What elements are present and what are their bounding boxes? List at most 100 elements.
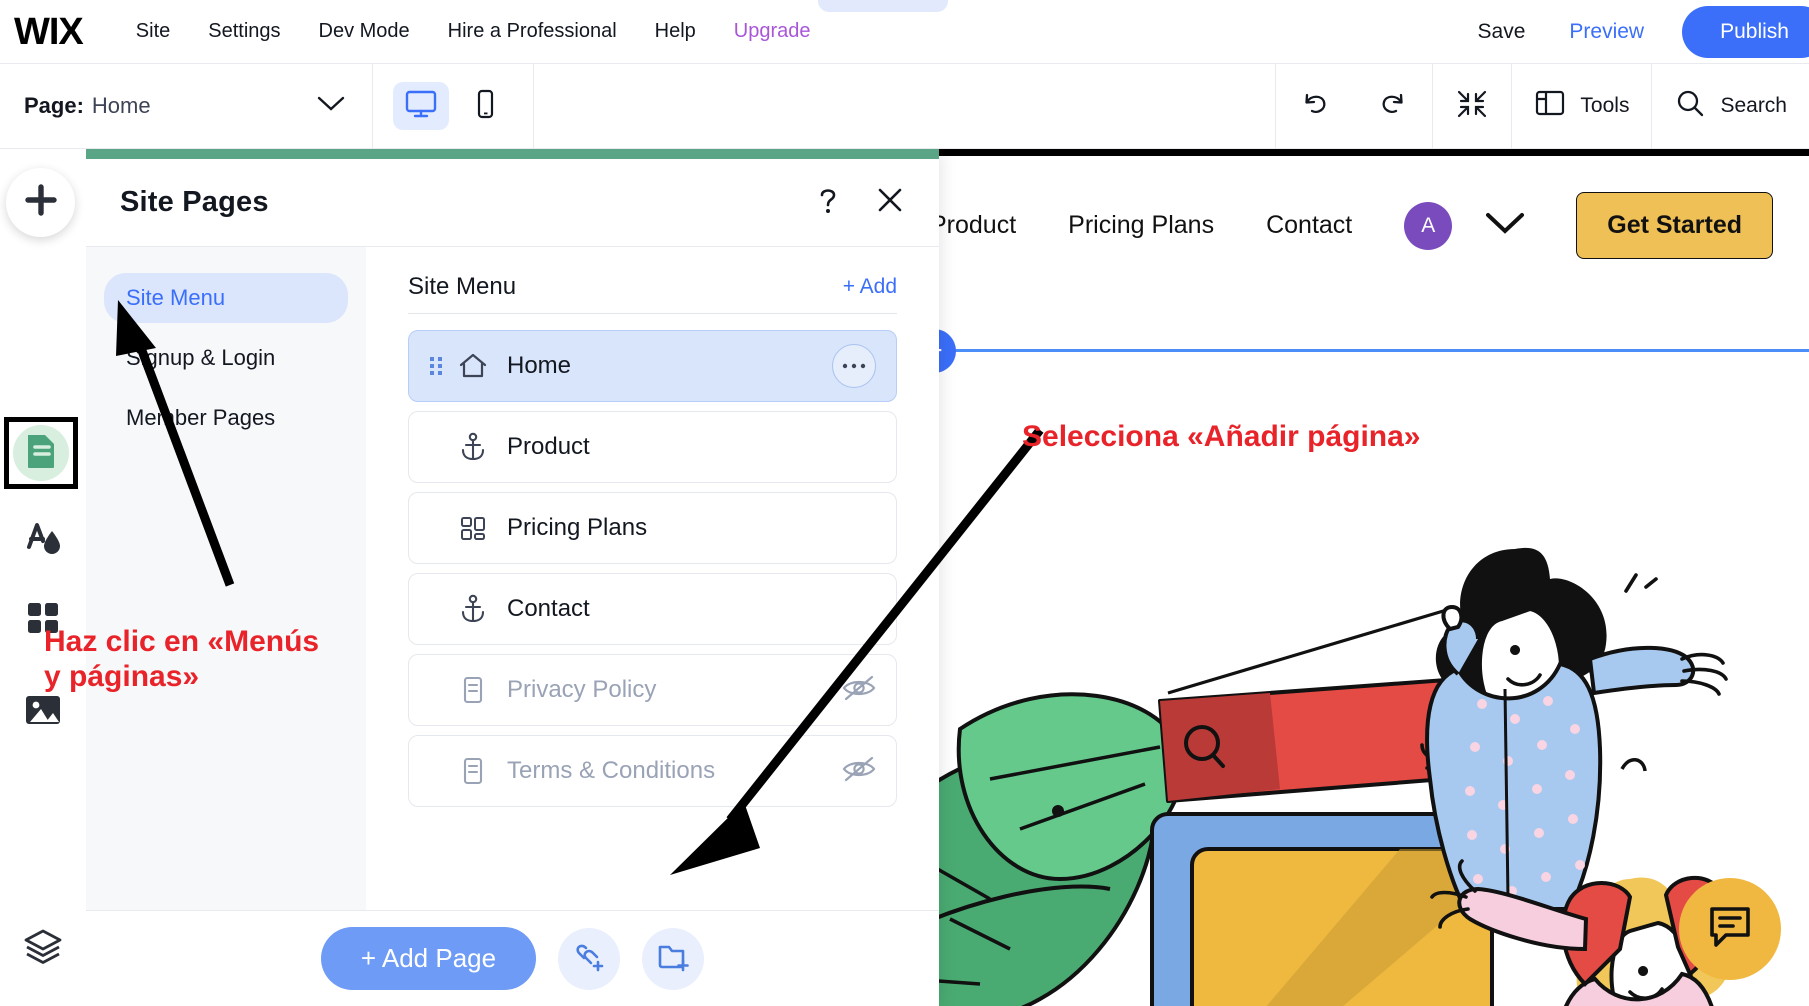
page-options-button[interactable] [832, 344, 876, 388]
document-icon [453, 756, 493, 786]
chat-button[interactable] [1679, 878, 1781, 980]
toolbar-right-actions: Tools Search [1275, 64, 1809, 148]
mobile-icon [468, 88, 502, 125]
panel-main: Site Menu + Add [366, 247, 939, 910]
section-divider-line [930, 349, 1809, 352]
desktop-view-button[interactable] [393, 82, 449, 130]
question-mark-icon[interactable] [813, 184, 843, 221]
page-row-product[interactable]: Product [408, 411, 897, 483]
page-label: Home [507, 352, 571, 380]
menu-settings[interactable]: Settings [189, 20, 299, 43]
mobile-view-button[interactable] [457, 82, 513, 130]
sidebar-item-site-menu[interactable]: Site Menu [104, 273, 348, 323]
panel-list-header: Site Menu + Add [366, 247, 939, 313]
hidden-page-icon[interactable] [842, 675, 876, 706]
page-row-home[interactable]: Home [408, 330, 897, 402]
menu-hire-a-professional[interactable]: Hire a Professional [429, 20, 636, 43]
drag-handle-icon[interactable] [429, 355, 447, 377]
panel-sidebar: Site Menu Signup & Login Member Pages [86, 247, 366, 910]
wix-logo[interactable]: WIX [14, 13, 83, 51]
page-row-contact[interactable]: Contact [408, 573, 897, 645]
menu-help[interactable]: Help [636, 20, 715, 43]
chevron-down-icon[interactable] [1482, 209, 1528, 242]
sidebar-item-member-pages[interactable]: Member Pages [104, 393, 348, 443]
plus-icon [21, 180, 61, 225]
page-row-terms-conditions[interactable]: Terms & Conditions [408, 735, 897, 807]
image-icon [22, 691, 64, 734]
top-bar-actions: Save Preview Publish [1456, 6, 1809, 58]
page-selector[interactable]: Page: Home [0, 64, 372, 148]
site-pages-panel: Site Pages Site Menu Signup & Login Memb… [86, 149, 939, 1006]
page-selector-label: Page: [24, 93, 84, 119]
zoom-out-button[interactable] [1433, 64, 1511, 148]
save-button[interactable]: Save [1456, 20, 1548, 44]
toolbar-divider-2 [533, 64, 534, 149]
redo-icon [1376, 89, 1410, 124]
panel-header-actions [813, 184, 905, 221]
add-element-button[interactable] [6, 168, 75, 237]
page-label: Terms & Conditions [507, 757, 715, 785]
chevron-down-icon [316, 95, 346, 118]
tools-button[interactable]: Tools [1512, 64, 1651, 148]
panel-body: Site Menu Signup & Login Member Pages Si… [86, 247, 939, 910]
top-bar: WIX Site Settings Dev Mode Hire a Profes… [0, 0, 1809, 64]
site-nav-pricing-plans[interactable]: Pricing Plans [1068, 211, 1214, 240]
menu-site[interactable]: Site [117, 20, 189, 43]
add-link-button[interactable] [558, 928, 620, 990]
publish-button[interactable]: Publish [1682, 6, 1809, 58]
site-canvas: Product Pricing Plans Contact A Get Star… [930, 149, 1809, 1006]
anchor-icon [453, 432, 493, 462]
close-icon[interactable] [875, 185, 905, 220]
site-nav-contact[interactable]: Contact [1266, 211, 1352, 240]
menu-upgrade[interactable]: Upgrade [715, 20, 830, 43]
page-row-actions [842, 756, 876, 787]
page-row-actions [842, 675, 876, 706]
add-menu-item-label: + Add [843, 275, 897, 299]
rail-item-design[interactable] [0, 504, 86, 576]
home-icon [453, 352, 493, 380]
preview-button[interactable]: Preview [1547, 20, 1666, 44]
zoom-out-icon [1455, 88, 1489, 125]
theme-design-icon [21, 516, 65, 565]
page-row-pricing-plans[interactable]: Pricing Plans [408, 492, 897, 564]
page-row-privacy-policy[interactable]: Privacy Policy [408, 654, 897, 726]
undo-icon [1298, 89, 1332, 124]
canvas-top-strip [930, 149, 1809, 156]
add-folder-button[interactable] [642, 928, 704, 990]
desktop-icon [404, 88, 438, 125]
pricing-plans-icon [453, 514, 493, 542]
menu-dev-mode[interactable]: Dev Mode [300, 20, 429, 43]
hidden-page-icon[interactable] [842, 756, 876, 787]
get-started-button[interactable]: Get Started [1576, 192, 1773, 259]
panel-header: Site Pages [86, 159, 939, 247]
search-button[interactable]: Search [1652, 64, 1809, 148]
annotation-text-left: Haz clic en «Menús y páginas» [44, 625, 384, 694]
redo-button[interactable] [1354, 64, 1432, 148]
page-title: Site Pages [120, 186, 269, 219]
rail-item-pages[interactable] [4, 417, 78, 489]
undo-button[interactable] [1276, 64, 1354, 148]
site-nav-product[interactable]: Product [930, 211, 1016, 240]
hero-illustration [930, 479, 1809, 1006]
page-row-actions [832, 344, 876, 388]
add-menu-item-button[interactable]: + Add [843, 275, 897, 299]
left-icon-rail [0, 149, 86, 1006]
tools-label: Tools [1580, 94, 1629, 118]
add-page-button[interactable]: + Add Page [321, 927, 536, 990]
editor-toolbar: Page: Home [0, 64, 1809, 149]
rail-item-layers[interactable] [0, 918, 86, 980]
page-label: Pricing Plans [507, 514, 647, 542]
avatar[interactable]: A [1404, 202, 1452, 250]
anchor-icon [453, 594, 493, 624]
search-label: Search [1720, 94, 1787, 118]
viewport-switcher [373, 82, 533, 130]
page-label: Product [507, 433, 590, 461]
site-menu-heading: Site Menu [408, 273, 516, 301]
annotation-text-right: Selecciona «Añadir página» [1022, 420, 1420, 455]
add-folder-icon [656, 939, 690, 978]
page-label: Privacy Policy [507, 676, 656, 704]
page-selector-value: Home [92, 93, 151, 119]
site-header-nav: Product Pricing Plans Contact A Get Star… [930, 149, 1809, 302]
chat-icon [1707, 905, 1753, 954]
sidebar-item-signup-login[interactable]: Signup & Login [104, 333, 348, 383]
